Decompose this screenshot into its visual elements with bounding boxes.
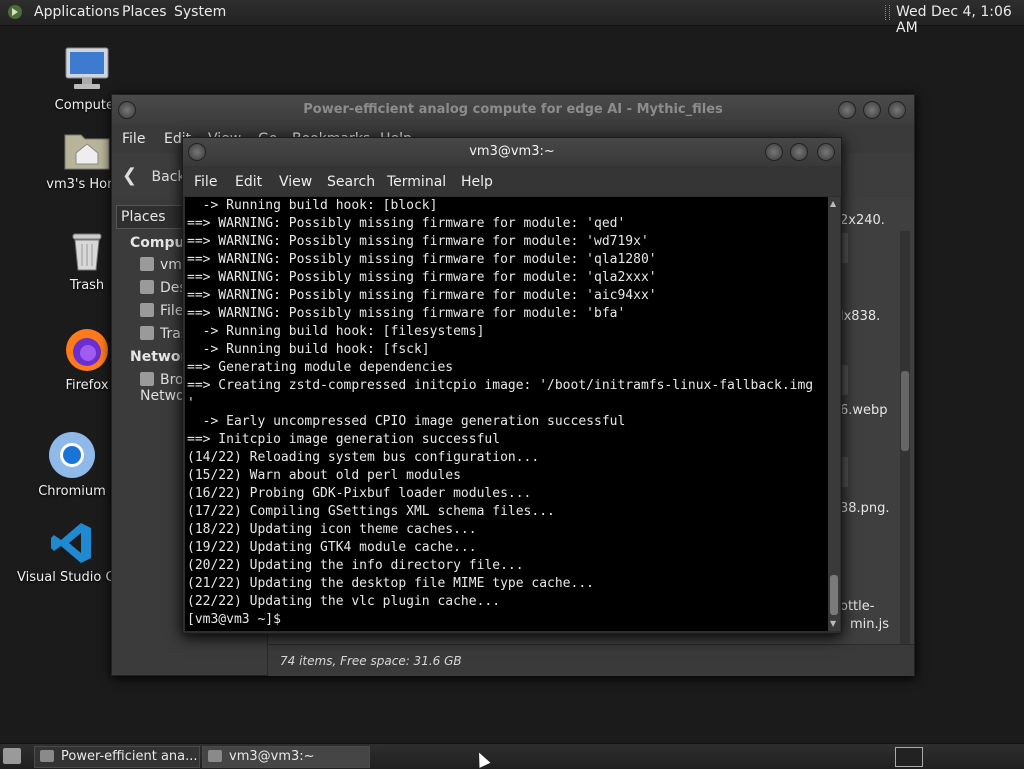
term-menu-file[interactable]: File: [194, 174, 217, 190]
file-manager-scrollbar[interactable]: [900, 231, 910, 645]
taskbar-item-file-manager[interactable]: Power-efficient ana...: [34, 746, 200, 768]
file-item[interactable]: 2x240.: [840, 213, 885, 228]
status-text: 74 items, Free space: 31.6 GB: [280, 654, 462, 668]
drive-icon: [140, 303, 154, 317]
close-button[interactable]: [817, 143, 835, 161]
maximize-button[interactable]: [863, 101, 881, 119]
minimize-button[interactable]: [838, 101, 856, 119]
minimize-button[interactable]: [765, 143, 783, 161]
desktop-icon-label: Chromium: [38, 484, 106, 499]
close-button[interactable]: [888, 101, 906, 119]
file-manager-titlebar[interactable]: Power-efficient analog compute for edge …: [112, 95, 914, 125]
panel-separator: [885, 5, 890, 20]
vscode-icon: [51, 523, 91, 563]
places-menu[interactable]: Places: [122, 4, 167, 20]
scrollbar-thumb[interactable]: [830, 575, 838, 615]
file-manager-statusbar: 74 items, Free space: 31.6 GB: [268, 644, 914, 676]
show-desktop-icon[interactable]: [3, 748, 21, 764]
system-menu[interactable]: System: [174, 4, 226, 20]
bottom-panel: Power-efficient ana... vm3@vm3:~: [0, 743, 1024, 769]
trash-icon: [72, 233, 102, 271]
network-icon: [140, 372, 154, 386]
file-item[interactable]: lx838.: [840, 309, 880, 324]
terminal-text: -> Running build hook: [block] ==> WARNI…: [187, 198, 814, 627]
back-arrow-icon: ❮: [122, 165, 138, 186]
applications-menu-icon[interactable]: [7, 4, 23, 20]
terminal-title: vm3@vm3:~: [469, 144, 555, 159]
places-dropdown-label: Places: [121, 209, 166, 225]
back-label: Back: [151, 169, 186, 185]
firefox-icon: [66, 329, 108, 371]
desktop-icon-label: Computer: [54, 98, 120, 113]
folder-icon: [40, 750, 54, 762]
desktop-icon: [140, 280, 154, 294]
file-manager-title: Power-efficient analog compute for edge …: [303, 102, 723, 117]
top-panel: Applications Places System Wed Dec 4, 1:…: [0, 0, 1024, 36]
term-menu-edit[interactable]: Edit: [235, 174, 262, 190]
home-icon: [140, 257, 154, 271]
desktop-icon-label: Firefox: [65, 378, 109, 393]
taskbar-item-label: vm3@vm3:~: [229, 749, 315, 764]
scrollbar-thumb[interactable]: [901, 371, 909, 451]
terminal-menubar: File Edit View Search Terminal Help: [183, 166, 841, 196]
file-item[interactable]: min.js: [850, 617, 889, 632]
terminal-scrollbar[interactable]: ▲ ▼: [828, 197, 840, 631]
applications-menu[interactable]: Applications: [34, 4, 120, 20]
term-menu-terminal[interactable]: Terminal: [387, 174, 446, 190]
file-item[interactable]: 38.png.: [840, 501, 890, 516]
trash-icon: [140, 326, 154, 340]
home-folder-icon: [64, 134, 110, 170]
scroll-up-arrow-icon[interactable]: ▲: [830, 199, 836, 208]
terminal-output[interactable]: -> Running build hook: [block] ==> WARNI…: [185, 197, 828, 631]
terminal-window: vm3@vm3:~ File Edit View Search Terminal…: [182, 137, 842, 634]
terminal-titlebar[interactable]: vm3@vm3:~: [183, 138, 841, 166]
file-item[interactable]: ottle-: [840, 599, 874, 614]
maximize-button[interactable]: [790, 143, 808, 161]
back-button[interactable]: ❮ Back: [122, 165, 186, 186]
desktop-icon-label: Trash: [69, 278, 105, 293]
taskbar-item-label: Power-efficient ana...: [61, 749, 198, 764]
chromium-icon: [49, 432, 95, 478]
computer-icon: [65, 47, 109, 89]
clock[interactable]: Wed Dec 4, 1:06 AM: [896, 4, 1024, 36]
term-menu-search[interactable]: Search: [327, 174, 375, 190]
fm-menu-file[interactable]: File: [122, 131, 145, 147]
term-menu-view[interactable]: View: [279, 174, 312, 190]
terminal-icon: [208, 750, 222, 762]
scroll-down-arrow-icon[interactable]: ▼: [830, 619, 836, 628]
term-menu-help[interactable]: Help: [461, 174, 493, 190]
taskbar-item-terminal[interactable]: vm3@vm3:~: [202, 746, 370, 768]
file-item[interactable]: 6.webp: [840, 403, 888, 418]
workspace-switcher[interactable]: [895, 747, 923, 767]
